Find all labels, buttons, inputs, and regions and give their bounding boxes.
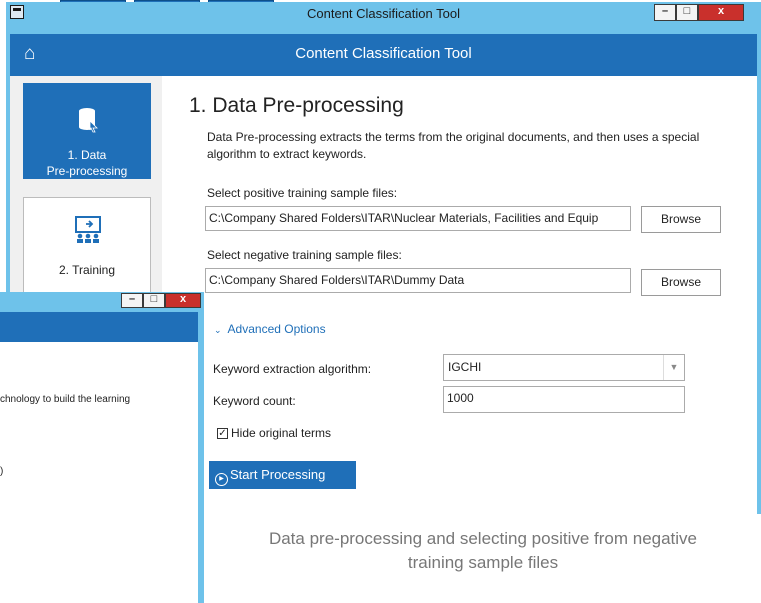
browse-negative-button[interactable]: Browse bbox=[641, 269, 721, 296]
second-window: – □ x chnology to build the learning ) bbox=[0, 292, 204, 603]
algorithm-selected-value: IGCHI bbox=[448, 360, 482, 374]
section-description: Data Pre-processing extracts the terms f… bbox=[207, 130, 700, 161]
start-processing-label: Start Processing bbox=[230, 467, 326, 482]
advanced-options-label: Advanced Options bbox=[227, 322, 326, 336]
chevron-down-icon: ⌄ bbox=[214, 325, 222, 335]
hide-terms-label: Hide original terms bbox=[231, 426, 332, 440]
figure-caption: Data pre-processing and selecting positi… bbox=[205, 527, 761, 575]
sidebar-item-label: 1. Data Pre-processing bbox=[23, 147, 151, 179]
second-close-button[interactable]: x bbox=[165, 293, 201, 308]
start-processing-button[interactable]: ▶ Start Processing bbox=[209, 461, 356, 489]
header-title: Content Classification Tool bbox=[295, 45, 472, 62]
close-button[interactable]: x bbox=[698, 4, 744, 21]
browse-positive-button[interactable]: Browse bbox=[641, 206, 721, 233]
second-client-area: chnology to build the learning ) bbox=[0, 342, 198, 603]
second-header bbox=[0, 312, 198, 342]
minimize-button[interactable]: – bbox=[654, 4, 676, 21]
sidebar-label-line: Pre-processing bbox=[46, 164, 128, 178]
section-title: 1. Data Pre-processing bbox=[189, 94, 404, 117]
positive-samples-field[interactable]: C:\Company Shared Folders\ITAR\Nuclear M… bbox=[205, 206, 631, 231]
second-text-fragment: ) bbox=[0, 466, 4, 477]
advanced-options-toggle[interactable]: ⌄ Advanced Options bbox=[214, 322, 326, 336]
keyword-count-label: Keyword count: bbox=[213, 394, 296, 408]
second-maximize-button[interactable]: □ bbox=[143, 293, 165, 308]
sidebar-label-line: 1. Data bbox=[67, 148, 107, 162]
caption-line: training sample files bbox=[407, 553, 559, 572]
sidebar-item-training[interactable]: 2. Training bbox=[23, 197, 151, 293]
keyword-count-field[interactable]: 1000 bbox=[443, 386, 685, 413]
second-text-fragment: chnology to build the learning bbox=[0, 394, 131, 405]
presentation-icon bbox=[75, 216, 101, 243]
algorithm-select[interactable]: IGCHI ▼ bbox=[443, 354, 685, 381]
algorithm-label: Keyword extraction algorithm: bbox=[213, 362, 372, 376]
second-title-bar: – □ x bbox=[0, 292, 204, 309]
hide-terms-checkbox[interactable]: ✓ bbox=[217, 428, 228, 439]
app-header: ⌂ Content Classification Tool bbox=[10, 34, 757, 76]
database-icon bbox=[79, 108, 98, 133]
negative-samples-label: Select negative training sample files: bbox=[207, 248, 402, 262]
title-bar: Content Classification Tool – □ x bbox=[6, 2, 761, 26]
dropdown-arrow-icon[interactable]: ▼ bbox=[663, 355, 684, 380]
second-minimize-button[interactable]: – bbox=[121, 293, 143, 308]
positive-samples-label: Select positive training sample files: bbox=[207, 186, 398, 200]
play-circle-icon: ▶ bbox=[215, 473, 228, 486]
sidebar-item-data-preprocessing[interactable]: 1. Data Pre-processing bbox=[23, 83, 151, 179]
maximize-button[interactable]: □ bbox=[676, 4, 698, 21]
sidebar-item-label: 2. Training bbox=[58, 263, 116, 277]
caption-line: Data pre-processing and selecting positi… bbox=[268, 529, 698, 548]
window-title: Content Classification Tool bbox=[307, 6, 460, 21]
negative-samples-field[interactable]: C:\Company Shared Folders\ITAR\Dummy Dat… bbox=[205, 268, 631, 293]
